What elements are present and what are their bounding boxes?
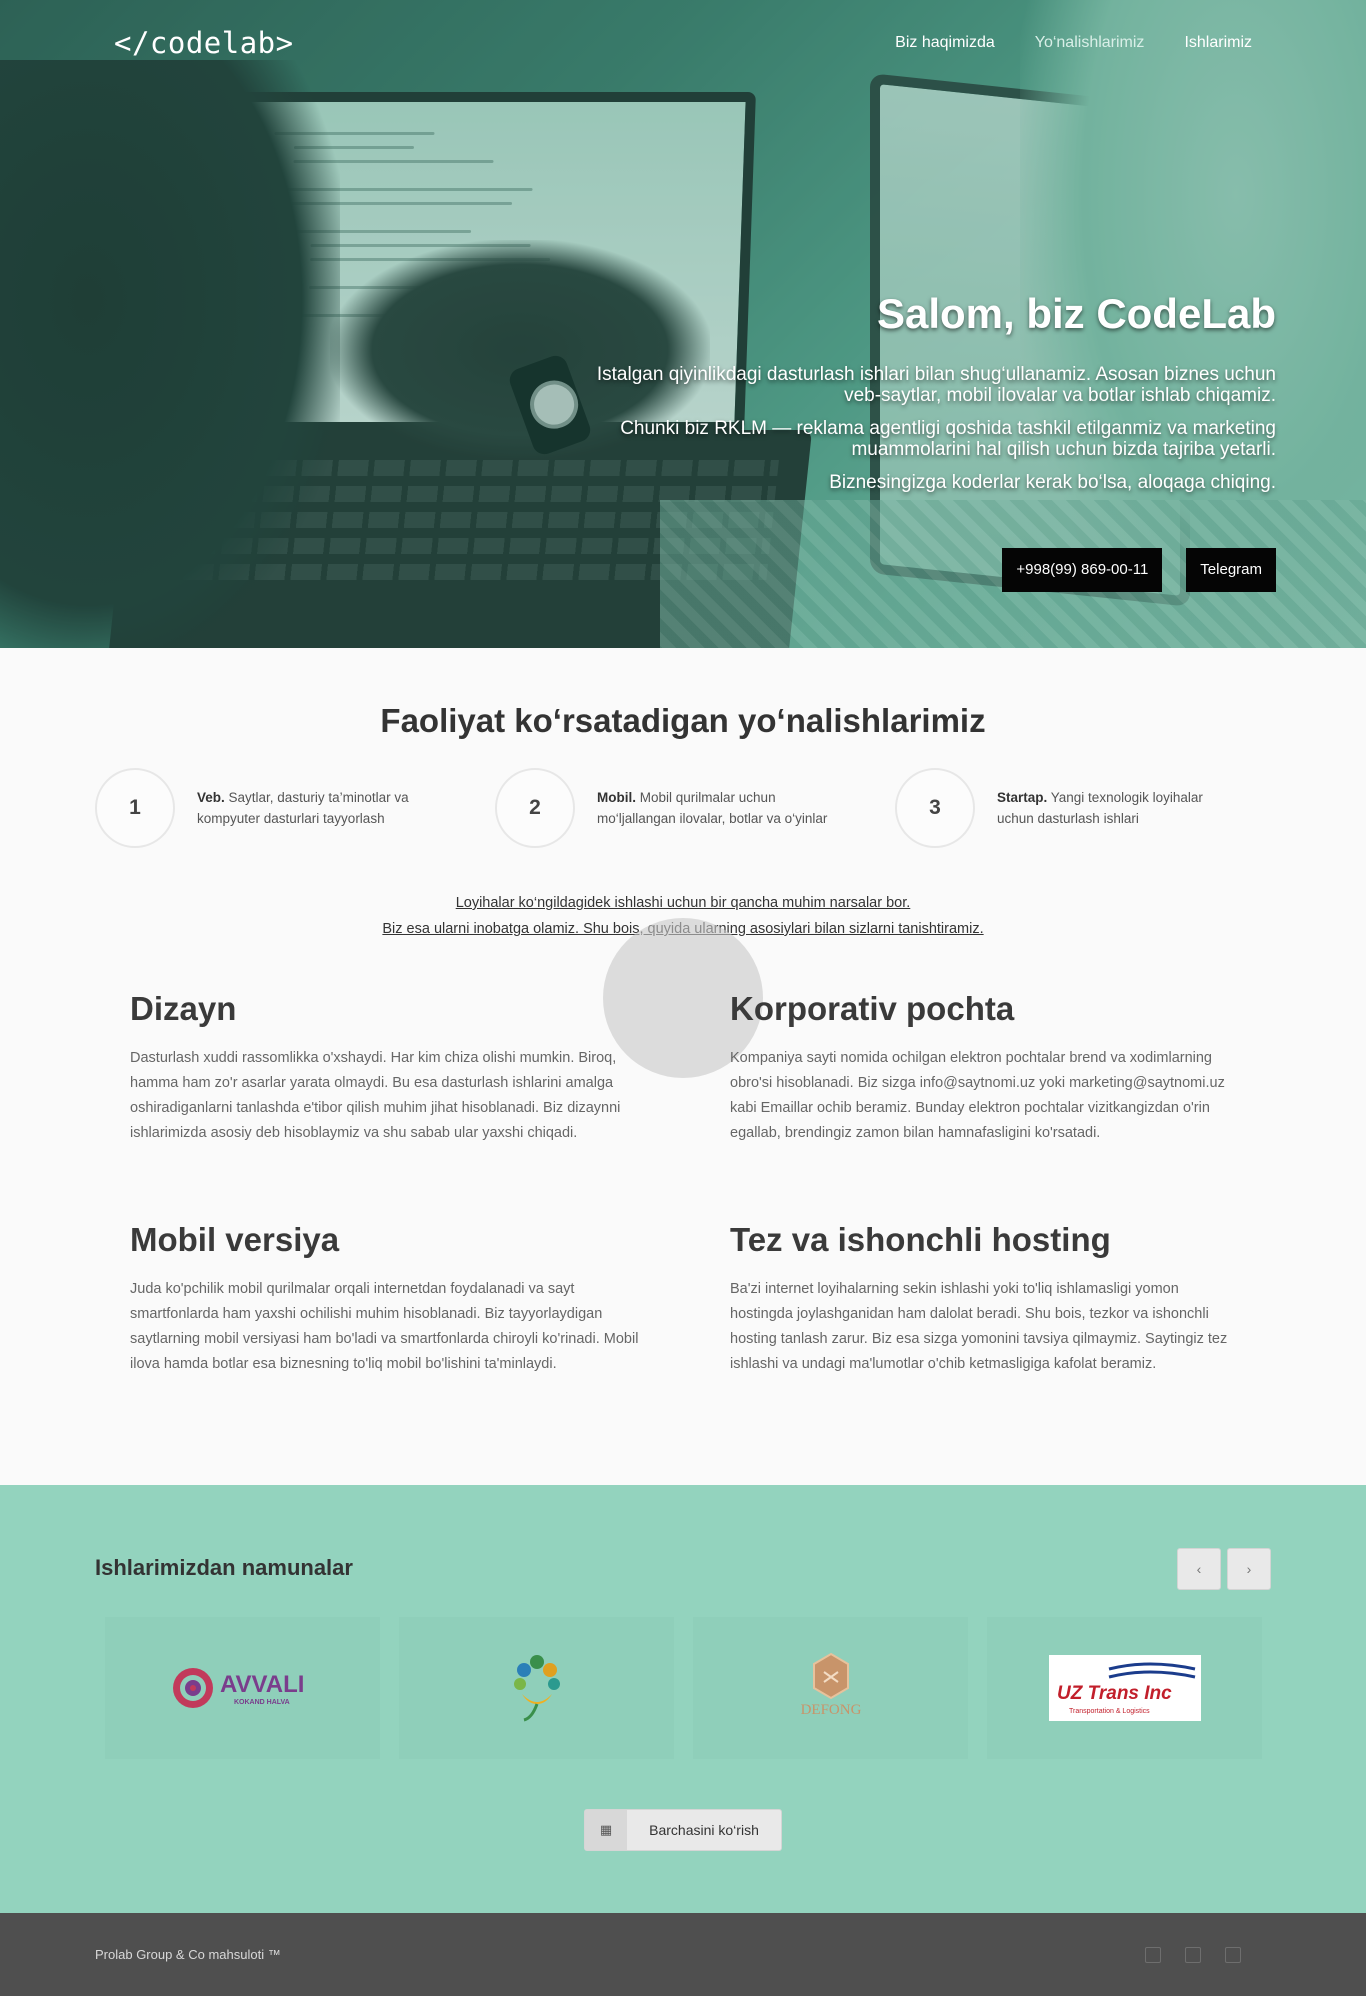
intro-line-1[interactable]: Loyihalar ko‘ngildagidek ishlashi uchun … (456, 895, 911, 911)
telegram-icon[interactable] (1225, 1947, 1241, 1963)
hero-text: Salom, biz CodeLab Istalgan qiyinlikdagi… (596, 290, 1276, 505)
tree-hand-logo (513, 1655, 560, 1722)
hero-section: </codelab> Biz haqimizda Yo‘nalishlarimi… (0, 0, 1366, 648)
feature-text: Dasturlash xuddi rassomlikka o'xshaydi. … (130, 1050, 621, 1141)
service-name: Mobil. (597, 790, 636, 805)
footer: Prolab Group & Co mahsuloti ™ (0, 1913, 1366, 1996)
work-card-defong[interactable]: DEFONG (693, 1617, 968, 1759)
feature-title: Mobil versiya (130, 1221, 340, 1258)
service-item-web: 1 Veb. Saytlar, dasturiy ta’minotlar va … (95, 768, 437, 848)
see-all-label: Barchasini ko‘rish (649, 1822, 759, 1838)
avvali-logo: AVVALI KOKAND HALVA (172, 1668, 304, 1708)
work-card-avvali[interactable]: AVVALI KOKAND HALVA (105, 1617, 380, 1759)
nav-link-about[interactable]: Biz haqimizda (895, 34, 995, 52)
uz-trans-logo-subtext: Transportation & Logistics (1069, 1708, 1150, 1715)
feature-design: Dizayn Dasturlash xuddi rassomlikka o'xs… (130, 990, 640, 1146)
carousel-prev-button[interactable]: ‹ (1177, 1548, 1221, 1590)
chevron-left-icon: ‹ (1196, 1561, 1202, 1577)
carousel-next-button[interactable]: › (1227, 1548, 1271, 1590)
service-number: 2 (495, 768, 575, 848)
hero-buttons: +998(99) 869-00-11 Telegram (1002, 548, 1276, 592)
feature-corporate-mail: Korporativ pochta Kompaniya sayti nomida… (730, 990, 1240, 1146)
facebook-icon[interactable] (1145, 1947, 1161, 1963)
grid-icon: ▦ (585, 1810, 627, 1850)
instagram-icon[interactable] (1185, 1947, 1201, 1963)
work-card-tree[interactable] (399, 1617, 674, 1759)
nav-link-directions[interactable]: Yo‘nalishlarimiz (1035, 34, 1145, 52)
services-title: Faoliyat ko‘rsatadigan yo‘nalishlarimiz (380, 702, 986, 739)
feature-hosting: Tez va ishonchli hosting Ba'zi internet … (730, 1221, 1240, 1377)
uz-trans-logo-text: UZ Trans Inc (1057, 1683, 1172, 1704)
feature-title: Korporativ pochta (730, 990, 1015, 1027)
feature-title: Tez va ishonchli hosting (730, 1221, 1111, 1258)
works-section: Ishlarimizdan namunalar ‹ › AVVALI KOKAN… (0, 1485, 1366, 1913)
hero-title: Salom, biz CodeLab (876, 290, 1276, 337)
telegram-button[interactable]: Telegram (1186, 548, 1276, 592)
see-all-button[interactable]: ▦ Barchasini ko‘rish (584, 1809, 782, 1851)
uz-trans-logo: UZ Trans Inc Transportation & Logistics (1048, 1655, 1201, 1721)
feature-title: Dizayn (130, 990, 237, 1027)
chevron-right-icon: › (1246, 1561, 1252, 1577)
avvali-logo-subtext: KOKAND HALVA (234, 1699, 290, 1706)
hero-paragraph-2: Chunki biz RKLM — reklama agentligi qosh… (620, 418, 1276, 460)
service-number: 3 (895, 768, 975, 848)
service-name: Veb. (197, 790, 225, 805)
site-logo[interactable]: </codelab> (114, 26, 294, 60)
footer-copyright: Prolab Group & Co mahsuloti ™ (95, 1947, 281, 1962)
avvali-logo-text: AVVALI (220, 1671, 304, 1698)
service-item-mobile: 2 Mobil. Mobil qurilmalar uchun mo‘ljall… (495, 768, 837, 848)
feature-text: Juda ko'pchilik mobil qurilmalar orqali … (130, 1281, 639, 1372)
phone-button[interactable]: +998(99) 869-00-11 (1002, 548, 1163, 592)
service-item-startup: 3 Startap. Yangi texnologik loyihalar uc… (895, 768, 1237, 848)
service-number: 1 (95, 768, 175, 848)
works-title: Ishlarimizdan namunalar (95, 1555, 353, 1580)
feature-mobile-version: Mobil versiya Juda ko'pchilik mobil quri… (130, 1221, 640, 1377)
defong-logo-text: DEFONG (800, 1702, 861, 1718)
main-nav: Biz haqimizda Yo‘nalishlarimiz Ishlarimi… (895, 34, 1252, 52)
service-name: Startap. (997, 790, 1048, 805)
work-card-uztrans[interactable]: UZ Trans Inc Transportation & Logistics (987, 1617, 1262, 1759)
hero-paragraph-3: Biznesingizga koderlar kerak bo‘lsa, alo… (829, 472, 1276, 493)
nav-link-works[interactable]: Ishlarimiz (1184, 34, 1252, 52)
defong-logo: DEFONG (800, 1652, 861, 1718)
service-text: Saytlar, dasturiy ta’minotlar va kompyut… (197, 790, 409, 826)
feature-text: Ba'zi internet loyihalarning sekin ishla… (730, 1281, 1228, 1372)
hero-paragraph-1: Istalgan qiyinlikdagi dasturlash ishlari… (596, 364, 1276, 406)
feature-text: Kompaniya sayti nomida ochilgan elektron… (730, 1050, 1225, 1141)
